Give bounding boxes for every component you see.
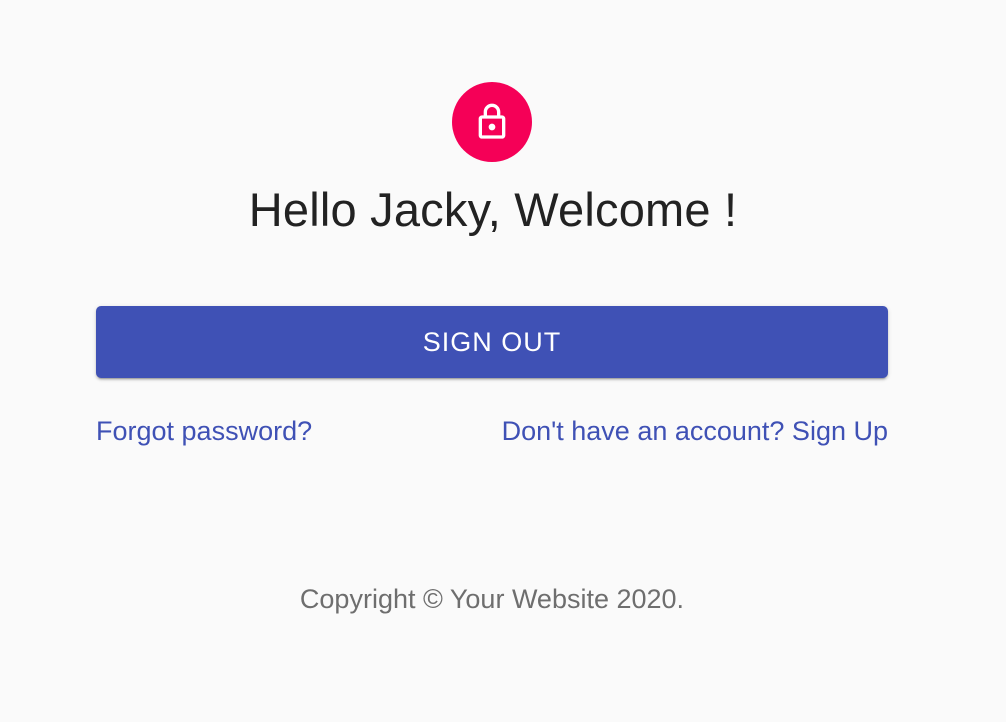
lock-icon: [472, 102, 512, 142]
forgot-password-link[interactable]: Forgot password?: [96, 412, 312, 450]
lock-avatar: [452, 82, 532, 162]
sign-up-link[interactable]: Don't have an account? Sign Up: [502, 412, 888, 450]
sign-out-button[interactable]: SIGN OUT: [96, 306, 888, 378]
sign-in-page: Hello Jacky, Welcome ! SIGN OUT Forgot p…: [0, 0, 1006, 722]
copyright-text: Copyright © Your Website 2020.: [299, 584, 685, 614]
page-title: Hello Jacky, Welcome !: [248, 183, 738, 236]
